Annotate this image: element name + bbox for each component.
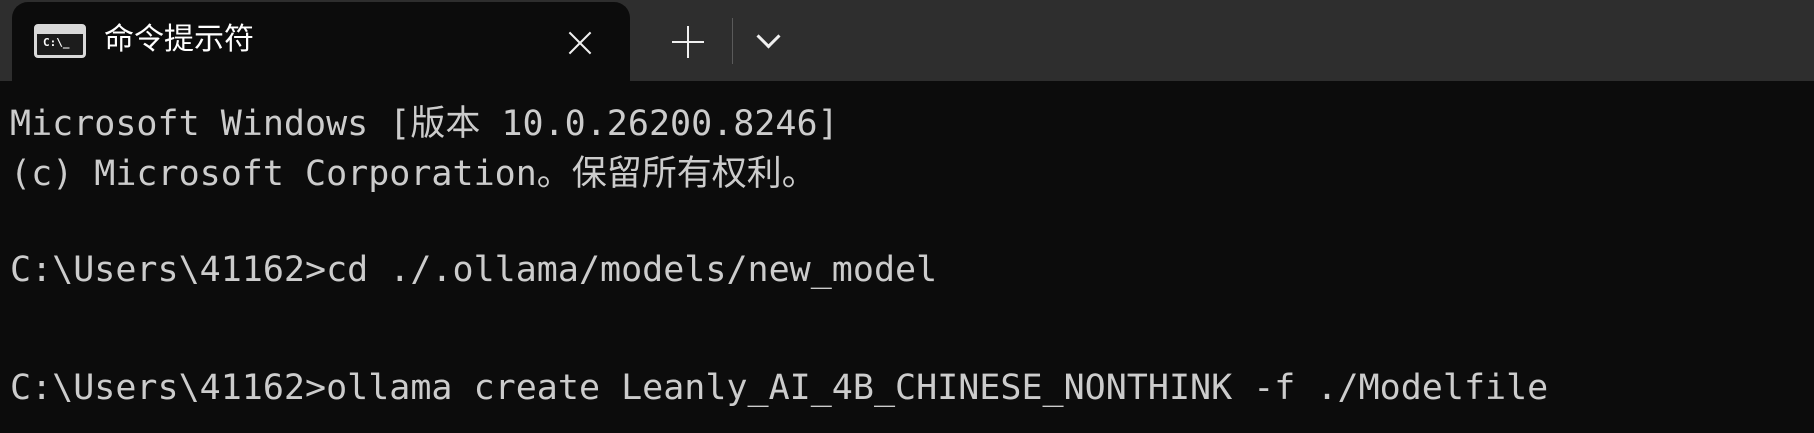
tab-title: 命令提示符 bbox=[104, 22, 254, 57]
chevron-down-icon[interactable] bbox=[752, 24, 782, 54]
terminal-line: C:\Users\41162>ollama create Leanly_AI_4… bbox=[10, 368, 1549, 408]
toolbar-divider bbox=[732, 18, 733, 64]
title-bar: C:\_ 命令提示符 bbox=[0, 0, 1814, 81]
terminal-line: C:\Users\41162>cd ./.ollama/models/new_m… bbox=[10, 250, 938, 290]
cmd-icon-text: C:\_ bbox=[43, 36, 70, 49]
cmd-icon-bar bbox=[37, 27, 83, 34]
terminal-line: Microsoft Windows [版本 10.0.26200.8246] bbox=[10, 104, 839, 144]
new-tab-button[interactable] bbox=[668, 22, 708, 62]
terminal-line: (c) Microsoft Corporation。保留所有权利。 bbox=[10, 154, 817, 194]
close-icon[interactable] bbox=[560, 23, 600, 63]
tab-command-prompt[interactable]: C:\_ 命令提示符 bbox=[12, 2, 630, 81]
cmd-icon: C:\_ bbox=[34, 24, 86, 58]
terminal-output[interactable]: Microsoft Windows [版本 10.0.26200.8246] (… bbox=[0, 81, 1814, 433]
